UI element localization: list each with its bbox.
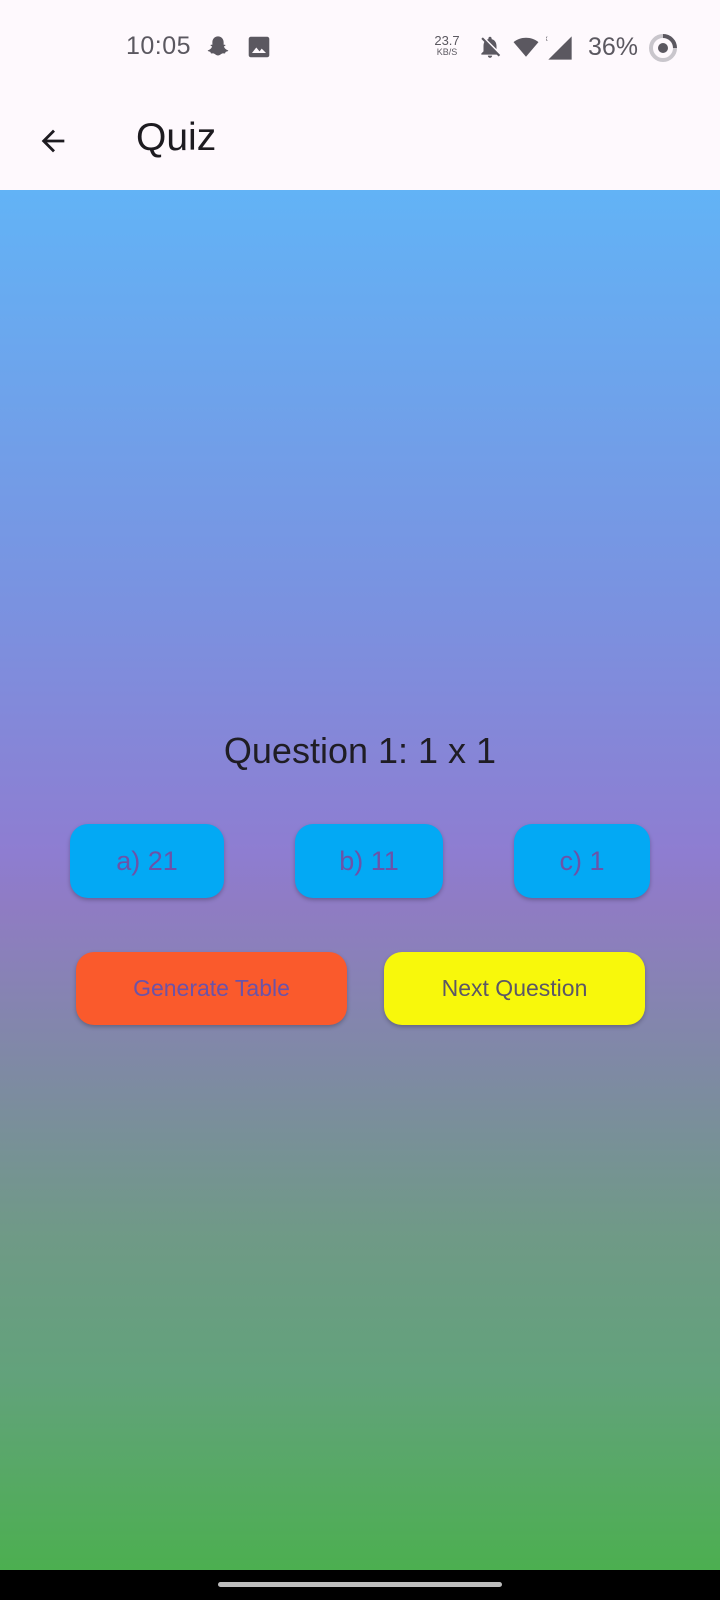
svg-text:x: x (546, 34, 548, 43)
status-time: 10:05 (126, 32, 192, 60)
back-button[interactable] (28, 118, 78, 168)
battery-saver-icon (648, 33, 678, 63)
arrow-left-icon (36, 124, 70, 163)
answer-b-button[interactable]: b) 11 (295, 824, 443, 898)
page-title: Quiz (136, 116, 217, 159)
answer-a-button[interactable]: a) 21 (70, 824, 224, 898)
quiz-content: Question 1: 1 x 1 a) 21 b) 11 c) 1 Gener… (0, 190, 720, 1570)
network-speed-unit: KB/S (436, 47, 458, 57)
snapchat-icon (205, 34, 231, 60)
status-bar: 10:05 23.7 KB/S x 36% (0, 0, 720, 96)
app-bar: Quiz (0, 96, 720, 190)
bell-off-icon (477, 34, 503, 60)
image-icon (246, 34, 272, 60)
generate-table-button[interactable]: Generate Table (76, 952, 347, 1025)
network-speed: 23.7 KB/S (430, 34, 464, 57)
home-indicator[interactable] (218, 1582, 502, 1587)
wifi-icon (512, 34, 539, 60)
signal-icon: x (544, 34, 572, 60)
navigation-bar (0, 1570, 720, 1600)
network-speed-value: 23.7 (434, 33, 460, 48)
question-text: Question 1: 1 x 1 (223, 730, 497, 771)
next-question-button[interactable]: Next Question (384, 952, 645, 1025)
answer-c-button[interactable]: c) 1 (514, 824, 650, 898)
battery-percent: 36% (588, 33, 639, 61)
